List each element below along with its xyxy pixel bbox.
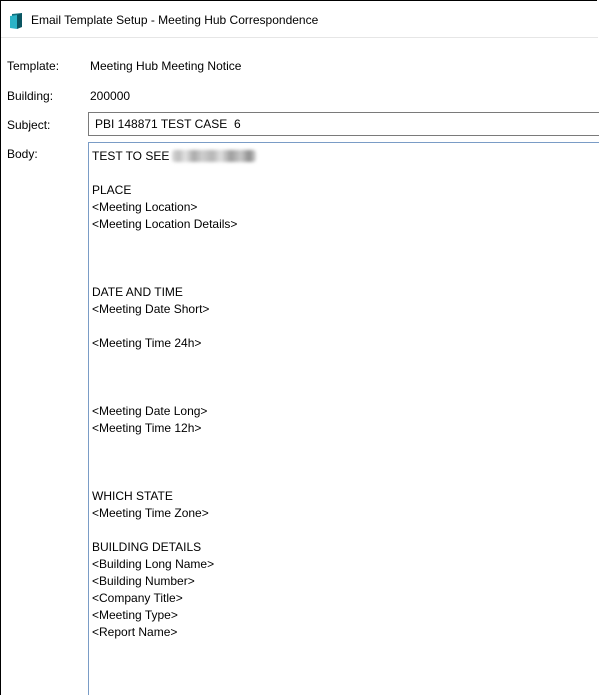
body-line: <Meeting Time 24h> bbox=[92, 336, 202, 350]
body-line: <Meeting Type> bbox=[92, 608, 178, 622]
template-value: Meeting Hub Meeting Notice bbox=[90, 59, 242, 73]
body-line bbox=[92, 250, 256, 267]
body-line: <Meeting Date Short> bbox=[92, 302, 210, 316]
template-label: Template: bbox=[7, 59, 60, 73]
body-label: Body: bbox=[7, 147, 38, 161]
body-line: <Report Name> bbox=[92, 625, 178, 639]
body-line bbox=[92, 454, 256, 471]
body-line: <Meeting Location> bbox=[92, 200, 198, 214]
body-line: BUILDING DETAILS bbox=[92, 540, 202, 554]
email-template-window: Email Template Setup - Meeting Hub Corre… bbox=[0, 0, 599, 695]
body-first-line: TEST TO SEE bbox=[92, 148, 257, 165]
subject-input[interactable] bbox=[88, 112, 599, 136]
body-line: <Meeting Date Long> bbox=[92, 404, 208, 418]
body-line bbox=[92, 522, 256, 539]
body-line bbox=[92, 369, 256, 386]
body-line: <Building Number> bbox=[92, 574, 195, 588]
body-line bbox=[92, 267, 256, 284]
body-text: TEST TO SEE PLACE <Meeting Location> <Meet… bbox=[92, 148, 257, 641]
body-line bbox=[92, 165, 256, 182]
document-icon bbox=[9, 13, 23, 29]
body-line: <Meeting Time Zone> bbox=[92, 506, 209, 520]
body-line: DATE AND TIME bbox=[92, 285, 183, 299]
body-line: PLACE bbox=[92, 183, 132, 197]
building-value: 200000 bbox=[90, 89, 131, 103]
body-line: WHICH STATE bbox=[92, 489, 173, 503]
body-editor[interactable]: TEST TO SEE PLACE <Meeting Location> <Meet… bbox=[88, 142, 599, 695]
body-line: <Company Title> bbox=[92, 591, 183, 605]
title-bar[interactable]: Email Template Setup - Meeting Hub Corre… bbox=[1, 1, 598, 38]
body-line bbox=[92, 386, 256, 403]
subject-label: Subject: bbox=[7, 118, 51, 132]
body-line: <Meeting Time 12h> bbox=[92, 421, 202, 435]
body-first-line-text: TEST TO SEE bbox=[92, 149, 170, 163]
window-title: Email Template Setup - Meeting Hub Corre… bbox=[31, 13, 319, 27]
body-line bbox=[92, 352, 256, 369]
body-line bbox=[92, 233, 256, 250]
body-line bbox=[92, 471, 256, 488]
body-line: <Meeting Location Details> bbox=[92, 217, 238, 231]
building-label: Building: bbox=[7, 89, 54, 103]
body-line bbox=[92, 318, 256, 335]
redacted-blur bbox=[172, 150, 257, 162]
body-line bbox=[92, 437, 256, 454]
body-line: <Building Long Name> bbox=[92, 557, 215, 571]
